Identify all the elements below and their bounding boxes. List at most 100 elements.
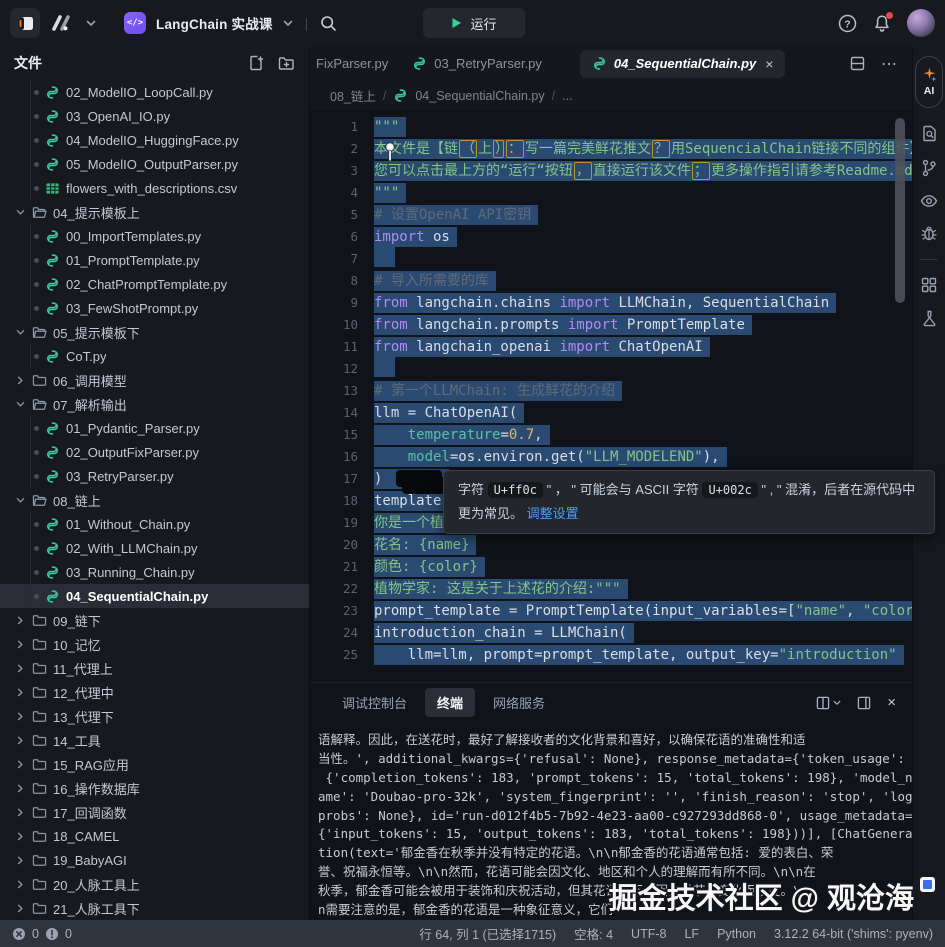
tree-folder[interactable]: 05_提示模板下 <box>0 320 309 344</box>
tree-file[interactable]: 03_Running_Chain.py <box>0 560 309 584</box>
tree-file[interactable]: 03_RetryParser.py <box>0 464 309 488</box>
tree-file[interactable]: 04_ModelIO_HuggingFace.py <box>0 128 309 152</box>
user-avatar[interactable] <box>907 9 935 37</box>
source-control-icon[interactable] <box>921 159 937 177</box>
help-icon[interactable]: ? <box>838 14 857 33</box>
panel-layout-icon[interactable] <box>857 696 871 710</box>
tree-file[interactable]: CoT.py <box>0 344 309 368</box>
testing-flask-icon[interactable] <box>922 310 937 327</box>
ai-assistant-button[interactable]: AI <box>915 56 943 108</box>
file-status-dot <box>34 594 39 599</box>
terminal-output[interactable]: 语解释。因此，在送花时，最好了解接收者的文化背景和喜好，以确保花语的准确性和适当… <box>310 723 912 920</box>
tree-item-label: 02_With_LLMChain.py <box>66 541 198 556</box>
editor-tab[interactable]: FixParser.py <box>304 50 400 78</box>
split-terminal-button[interactable] <box>816 696 841 710</box>
statusbar-item[interactable]: Python <box>717 927 756 941</box>
app-logo-icon[interactable] <box>50 14 76 32</box>
panel-tab[interactable]: 网络服务 <box>481 688 557 717</box>
close-panel-icon[interactable]: × <box>887 694 896 711</box>
tree-file[interactable]: 02_OutputFixParser.py <box>0 440 309 464</box>
file-status-dot <box>34 570 39 575</box>
tree-folder[interactable]: 13_代理下 <box>0 704 309 728</box>
tree-folder[interactable]: 16_操作数据库 <box>0 776 309 800</box>
editor-scrollbar[interactable] <box>895 118 905 303</box>
python-file-icon <box>45 541 60 556</box>
line-number: 8 <box>310 273 358 288</box>
python-file-icon <box>45 229 60 244</box>
tree-folder[interactable]: 09_链下 <box>0 608 309 632</box>
app-menu-chevron-icon[interactable] <box>86 20 96 27</box>
tree-folder[interactable]: 12_代理中 <box>0 680 309 704</box>
more-actions-icon[interactable]: ⋯ <box>881 54 898 74</box>
line-number: 19 <box>310 515 358 530</box>
breadcrumb-segment[interactable]: 04_SequentialChain.py <box>415 89 544 103</box>
tree-folder[interactable]: 07_解析输出 <box>0 392 309 416</box>
code-line: 23prompt_template = PromptTemplate(input… <box>310 600 912 622</box>
editor-tab[interactable]: 03_RetryParser.py <box>400 50 554 78</box>
tree-folder[interactable]: 10_记忆 <box>0 632 309 656</box>
tree-folder[interactable]: 04_提示模板上 <box>0 200 309 224</box>
tree-folder[interactable]: 18_CAMEL <box>0 824 309 848</box>
breadcrumb-segment[interactable]: ... <box>562 89 572 103</box>
tree-file[interactable]: 05_ModelIO_OutputParser.py <box>0 152 309 176</box>
error-count: 0 <box>32 927 39 941</box>
split-editor-icon[interactable] <box>850 56 865 71</box>
tree-file[interactable]: 01_Pydantic_Parser.py <box>0 416 309 440</box>
tab-close-icon[interactable]: × <box>765 56 773 72</box>
folder-open-icon <box>32 398 47 411</box>
tree-file[interactable]: 02_ModelIO_LoopCall.py <box>0 80 309 104</box>
tree-folder[interactable]: 11_代理上 <box>0 656 309 680</box>
project-name[interactable]: LangChain 实战课 <box>156 13 273 33</box>
tree-file[interactable]: 00_ImportTemplates.py <box>0 224 309 248</box>
tree-folder[interactable]: 08_链上 <box>0 488 309 512</box>
tree-folder[interactable]: 14_工具 <box>0 728 309 752</box>
file-search-icon[interactable] <box>921 125 938 142</box>
statusbar-item[interactable]: UTF-8 <box>631 927 666 941</box>
tree-folder[interactable]: 19_BabyAGI <box>0 848 309 872</box>
tree-file[interactable]: 01_Without_Chain.py <box>0 512 309 536</box>
tree-folder[interactable]: 21_人脉工具下 <box>0 896 309 920</box>
tree-file[interactable]: 02_ChatPromptTemplate.py <box>0 272 309 296</box>
tree-file[interactable]: flowers_with_descriptions.csv <box>0 176 309 200</box>
code-editor[interactable]: 1"""2本文件是【链（上）：写一篇完美鲜花推文？用SequencialChai… <box>310 110 912 682</box>
statusbar-item[interactable]: 行 64, 列 1 (已选择1715) <box>419 924 556 943</box>
adjust-settings-link[interactable]: 调整设置 <box>527 506 579 521</box>
breadcrumb-segment[interactable]: 08_链上 <box>330 86 376 105</box>
editor-tab[interactable]: 04_SequentialChain.py× <box>580 50 786 78</box>
tree-folder[interactable]: 20_人脉工具上 <box>0 872 309 896</box>
tree-file[interactable]: 01_PromptTemplate.py <box>0 248 309 272</box>
tree-item-label: 15_RAG应用 <box>53 755 129 774</box>
chevron-right-icon <box>16 856 25 865</box>
sidebar-toggle-button[interactable] <box>10 8 40 38</box>
breadcrumb[interactable]: 08_链上/04_SequentialChain.py/... <box>310 82 912 110</box>
file-status-dot <box>34 426 39 431</box>
statusbar-item[interactable]: LF <box>684 927 699 941</box>
new-file-icon[interactable] <box>248 55 264 71</box>
selected-text: # 导入所需要的库 <box>374 271 496 291</box>
tooltip-text: " ， " 可能会与 ASCII 字符 <box>543 482 702 497</box>
tree-file[interactable]: 03_OpenAI_IO.py <box>0 104 309 128</box>
run-button[interactable]: 运行 <box>423 8 525 38</box>
statusbar-item[interactable]: 空格: 4 <box>574 924 613 943</box>
tree-file[interactable]: 02_With_LLMChain.py <box>0 536 309 560</box>
tree-folder[interactable]: 17_回调函数 <box>0 800 309 824</box>
preview-eye-icon[interactable] <box>920 194 938 208</box>
tree-folder[interactable]: 15_RAG应用 <box>0 752 309 776</box>
warnings-icon[interactable] <box>45 927 59 941</box>
statusbar-item[interactable]: 3.12.2 64-bit ('shims': pyenv) <box>774 927 933 941</box>
tree-folder[interactable]: 06_调用模型 <box>0 368 309 392</box>
tree-file[interactable]: 03_FewShotPrompt.py <box>0 296 309 320</box>
tree-file[interactable]: 04_SequentialChain.py <box>0 584 309 608</box>
panel-tab[interactable]: 调试控制台 <box>330 688 419 717</box>
errors-icon[interactable] <box>12 927 26 941</box>
tree-item-label: 09_链下 <box>53 611 101 630</box>
new-folder-icon[interactable] <box>278 56 295 71</box>
debug-icon[interactable] <box>921 225 937 242</box>
search-icon[interactable] <box>320 15 337 32</box>
panel-tab[interactable]: 终端 <box>425 688 475 717</box>
notifications-button[interactable] <box>873 14 891 33</box>
project-chevron-icon[interactable] <box>283 20 293 27</box>
code-line: 25····llm=llm, prompt=prompt_template, o… <box>310 644 912 666</box>
tree-item-label: 00_ImportTemplates.py <box>66 229 201 244</box>
extensions-icon[interactable] <box>921 277 937 293</box>
